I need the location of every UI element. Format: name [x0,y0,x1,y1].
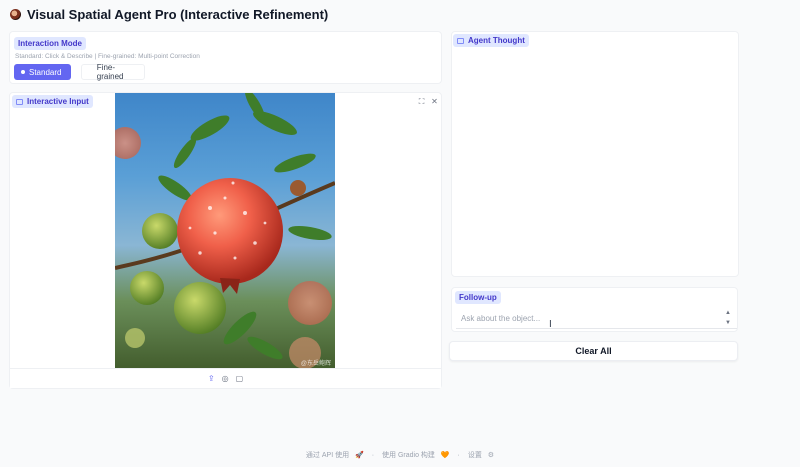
interaction-mode-panel: Interaction Mode Standard: Click & Descr… [9,31,442,84]
follow-up-panel: Follow-up ▲ ▼ [451,287,738,332]
radio-fine-grained[interactable]: Fine-grained [81,63,145,81]
interactive-input-panel: Interactive Input @东岳鲍辉 ⛶ ✕ ⇪ ◎ ▢ [9,92,442,389]
image-icon [16,98,23,105]
agent-thought-label: Agent Thought [453,34,529,47]
footer: 通过 API 使用 🚀 · 使用 Gradio 构建 🧡 · 设置 ⚙ [0,450,800,460]
gradio-logo-icon: 🧡 [440,452,450,459]
app-title-text: Visual Spatial Agent Pro (Interactive Re… [27,7,329,22]
agent-thought-panel: Agent Thought [451,31,739,277]
image-source-toolbar: ⇪ ◎ ▢ [10,368,441,388]
clipboard-icon[interactable]: ▢ [236,374,244,383]
webcam-icon[interactable]: ◎ [222,374,229,383]
interaction-mode-label: Interaction Mode [14,37,87,50]
footer-settings-link[interactable]: 设置 ⚙ [466,452,496,459]
interactive-input-label: Interactive Input [12,95,93,108]
footer-separator: · [371,452,375,459]
app-title: Visual Spatial Agent Pro (Interactive Re… [10,7,328,22]
eye-icon [10,9,21,20]
radio-dot-icon [21,70,25,74]
interaction-mode-description: Standard: Click & Describe | Fine-graine… [15,53,200,60]
scroll-down-icon[interactable]: ▼ [725,320,731,326]
radio-standard[interactable]: Standard [14,64,71,80]
clear-all-button[interactable]: Clear All [449,341,738,361]
chat-icon [457,37,464,44]
input-image[interactable]: @东岳鲍辉 [115,93,335,370]
radio-fine-grained-label: Fine-grained [96,63,124,81]
pomegranate-image [115,93,335,369]
radio-standard-label: Standard [29,67,62,77]
rocket-icon: 🚀 [355,452,364,459]
text-cursor-icon: I [549,319,552,330]
fullscreen-icon[interactable]: ⛶ [416,96,427,107]
follow-up-label: Follow-up [455,291,501,304]
scroll-up-icon[interactable]: ▲ [725,310,731,316]
image-watermark: @东岳鲍辉 [300,361,331,367]
footer-gradio-link[interactable]: 使用 Gradio 构建 🧡 [380,452,452,459]
footer-api-link[interactable]: 通过 API 使用 🚀 [304,452,366,459]
close-icon[interactable]: ✕ [429,96,440,107]
follow-up-input[interactable] [456,309,737,329]
gear-icon: ⚙ [487,452,495,459]
footer-separator: · [457,452,460,459]
upload-icon[interactable]: ⇪ [208,374,215,383]
